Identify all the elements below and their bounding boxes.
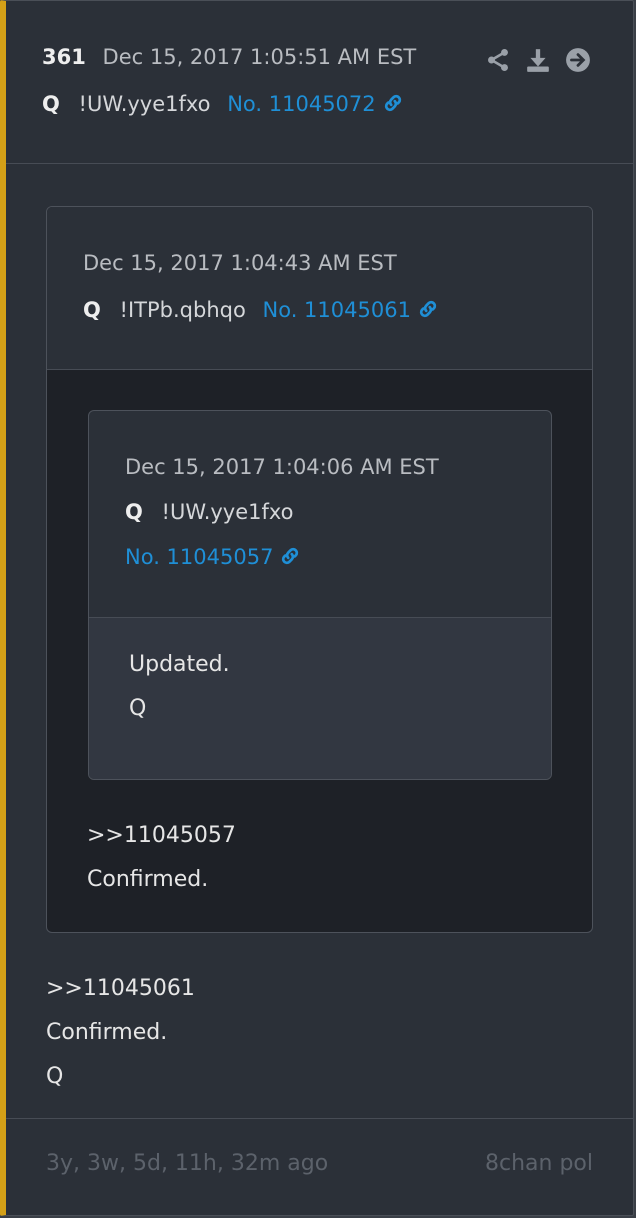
share-icon[interactable] [485, 47, 511, 73]
arrow-right-circle-icon[interactable] [565, 47, 591, 73]
nested-post-link[interactable]: No. 11045057 [125, 545, 301, 569]
download-icon[interactable] [525, 47, 551, 73]
post-header: 361 Dec 15, 2017 1:05:51 AM EST Q !UW.yy… [6, 1, 633, 164]
post-date: Dec 15, 2017 1:05:51 AM EST [102, 45, 417, 69]
quoted-post-author: Q [83, 298, 101, 322]
post-tripcode: !UW.yye1fxo [78, 92, 211, 116]
post-number: 361 [42, 45, 86, 69]
nested-quoted-post-header: Dec 15, 2017 1:04:06 AM EST Q !UW.yye1fx… [89, 411, 551, 618]
quoted-post-header: Dec 15, 2017 1:04:43 AM EST Q !ITPb.qbhq… [47, 207, 592, 370]
quoted-post-text: >>11045057 Confirmed. [87, 823, 236, 892]
post-body: Dec 15, 2017 1:04:43 AM EST Q !ITPb.qbhq… [6, 164, 633, 1119]
nested-post-date: Dec 15, 2017 1:04:06 AM EST [125, 455, 439, 479]
quoted-post: Dec 15, 2017 1:04:43 AM EST Q !ITPb.qbhq… [46, 206, 593, 933]
post-card: 361 Dec 15, 2017 1:05:51 AM EST Q !UW.yy… [0, 0, 634, 1216]
nested-post-body: Updated. Q [89, 618, 551, 779]
link-icon [384, 94, 401, 112]
nested-post-text: Updated. Q [129, 652, 230, 721]
post-age: 3y, 3w, 5d, 11h, 32m ago [46, 1151, 329, 1176]
post-number-link[interactable]: No. 11045072 [227, 92, 403, 116]
quoted-post-tripcode: !ITPb.qbhqo [119, 298, 246, 322]
post-author: Q [42, 92, 60, 116]
quoted-post-link[interactable]: No. 11045061 [263, 298, 439, 322]
nested-post-tripcode: !UW.yye1fxo [161, 500, 294, 524]
post-footer: 3y, 3w, 5d, 11h, 32m ago 8chan pol [6, 1118, 633, 1215]
nested-quoted-post: Dec 15, 2017 1:04:06 AM EST Q !UW.yye1fx… [88, 410, 552, 780]
post-actions [485, 47, 591, 73]
post-text: >>11045061 Confirmed. Q [46, 976, 195, 1089]
link-icon [282, 547, 299, 565]
link-icon [419, 300, 437, 318]
quoted-post-date: Dec 15, 2017 1:04:43 AM EST [83, 251, 397, 275]
nested-post-author: Q [125, 500, 143, 524]
post-source: 8chan pol [485, 1151, 593, 1176]
